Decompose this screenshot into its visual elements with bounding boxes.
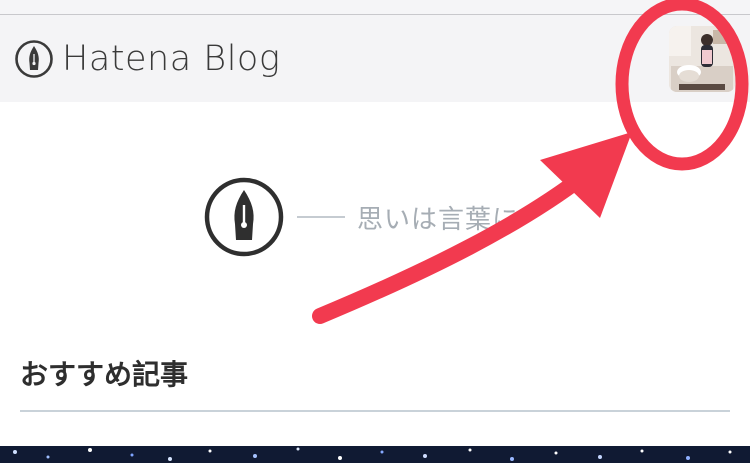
hatena-blog-logo-link[interactable]: Hatena Blog: [14, 37, 280, 81]
page: Hatena Blog 思いは言葉に おすすめ記事: [0, 0, 750, 463]
recommended-articles-heading: おすすめ記事: [20, 358, 189, 391]
logo-text: Hatena Blog: [62, 39, 281, 79]
starry-thumbnail-image: [0, 446, 750, 463]
recommended-article-thumbnail[interactable]: [0, 446, 750, 463]
user-avatar: [669, 26, 735, 92]
section-divider: [20, 410, 730, 412]
tagline-text: 思いは言葉に: [357, 204, 520, 235]
site-tagline: 思いは言葉に: [203, 176, 519, 258]
browser-top-strip: [0, 0, 750, 15]
tagline-rule: [297, 216, 345, 218]
pen-nib-icon: [15, 40, 53, 78]
pen-nib-icon: [204, 177, 284, 257]
site-header: Hatena Blog: [0, 15, 750, 102]
user-avatar-button[interactable]: [669, 26, 735, 92]
